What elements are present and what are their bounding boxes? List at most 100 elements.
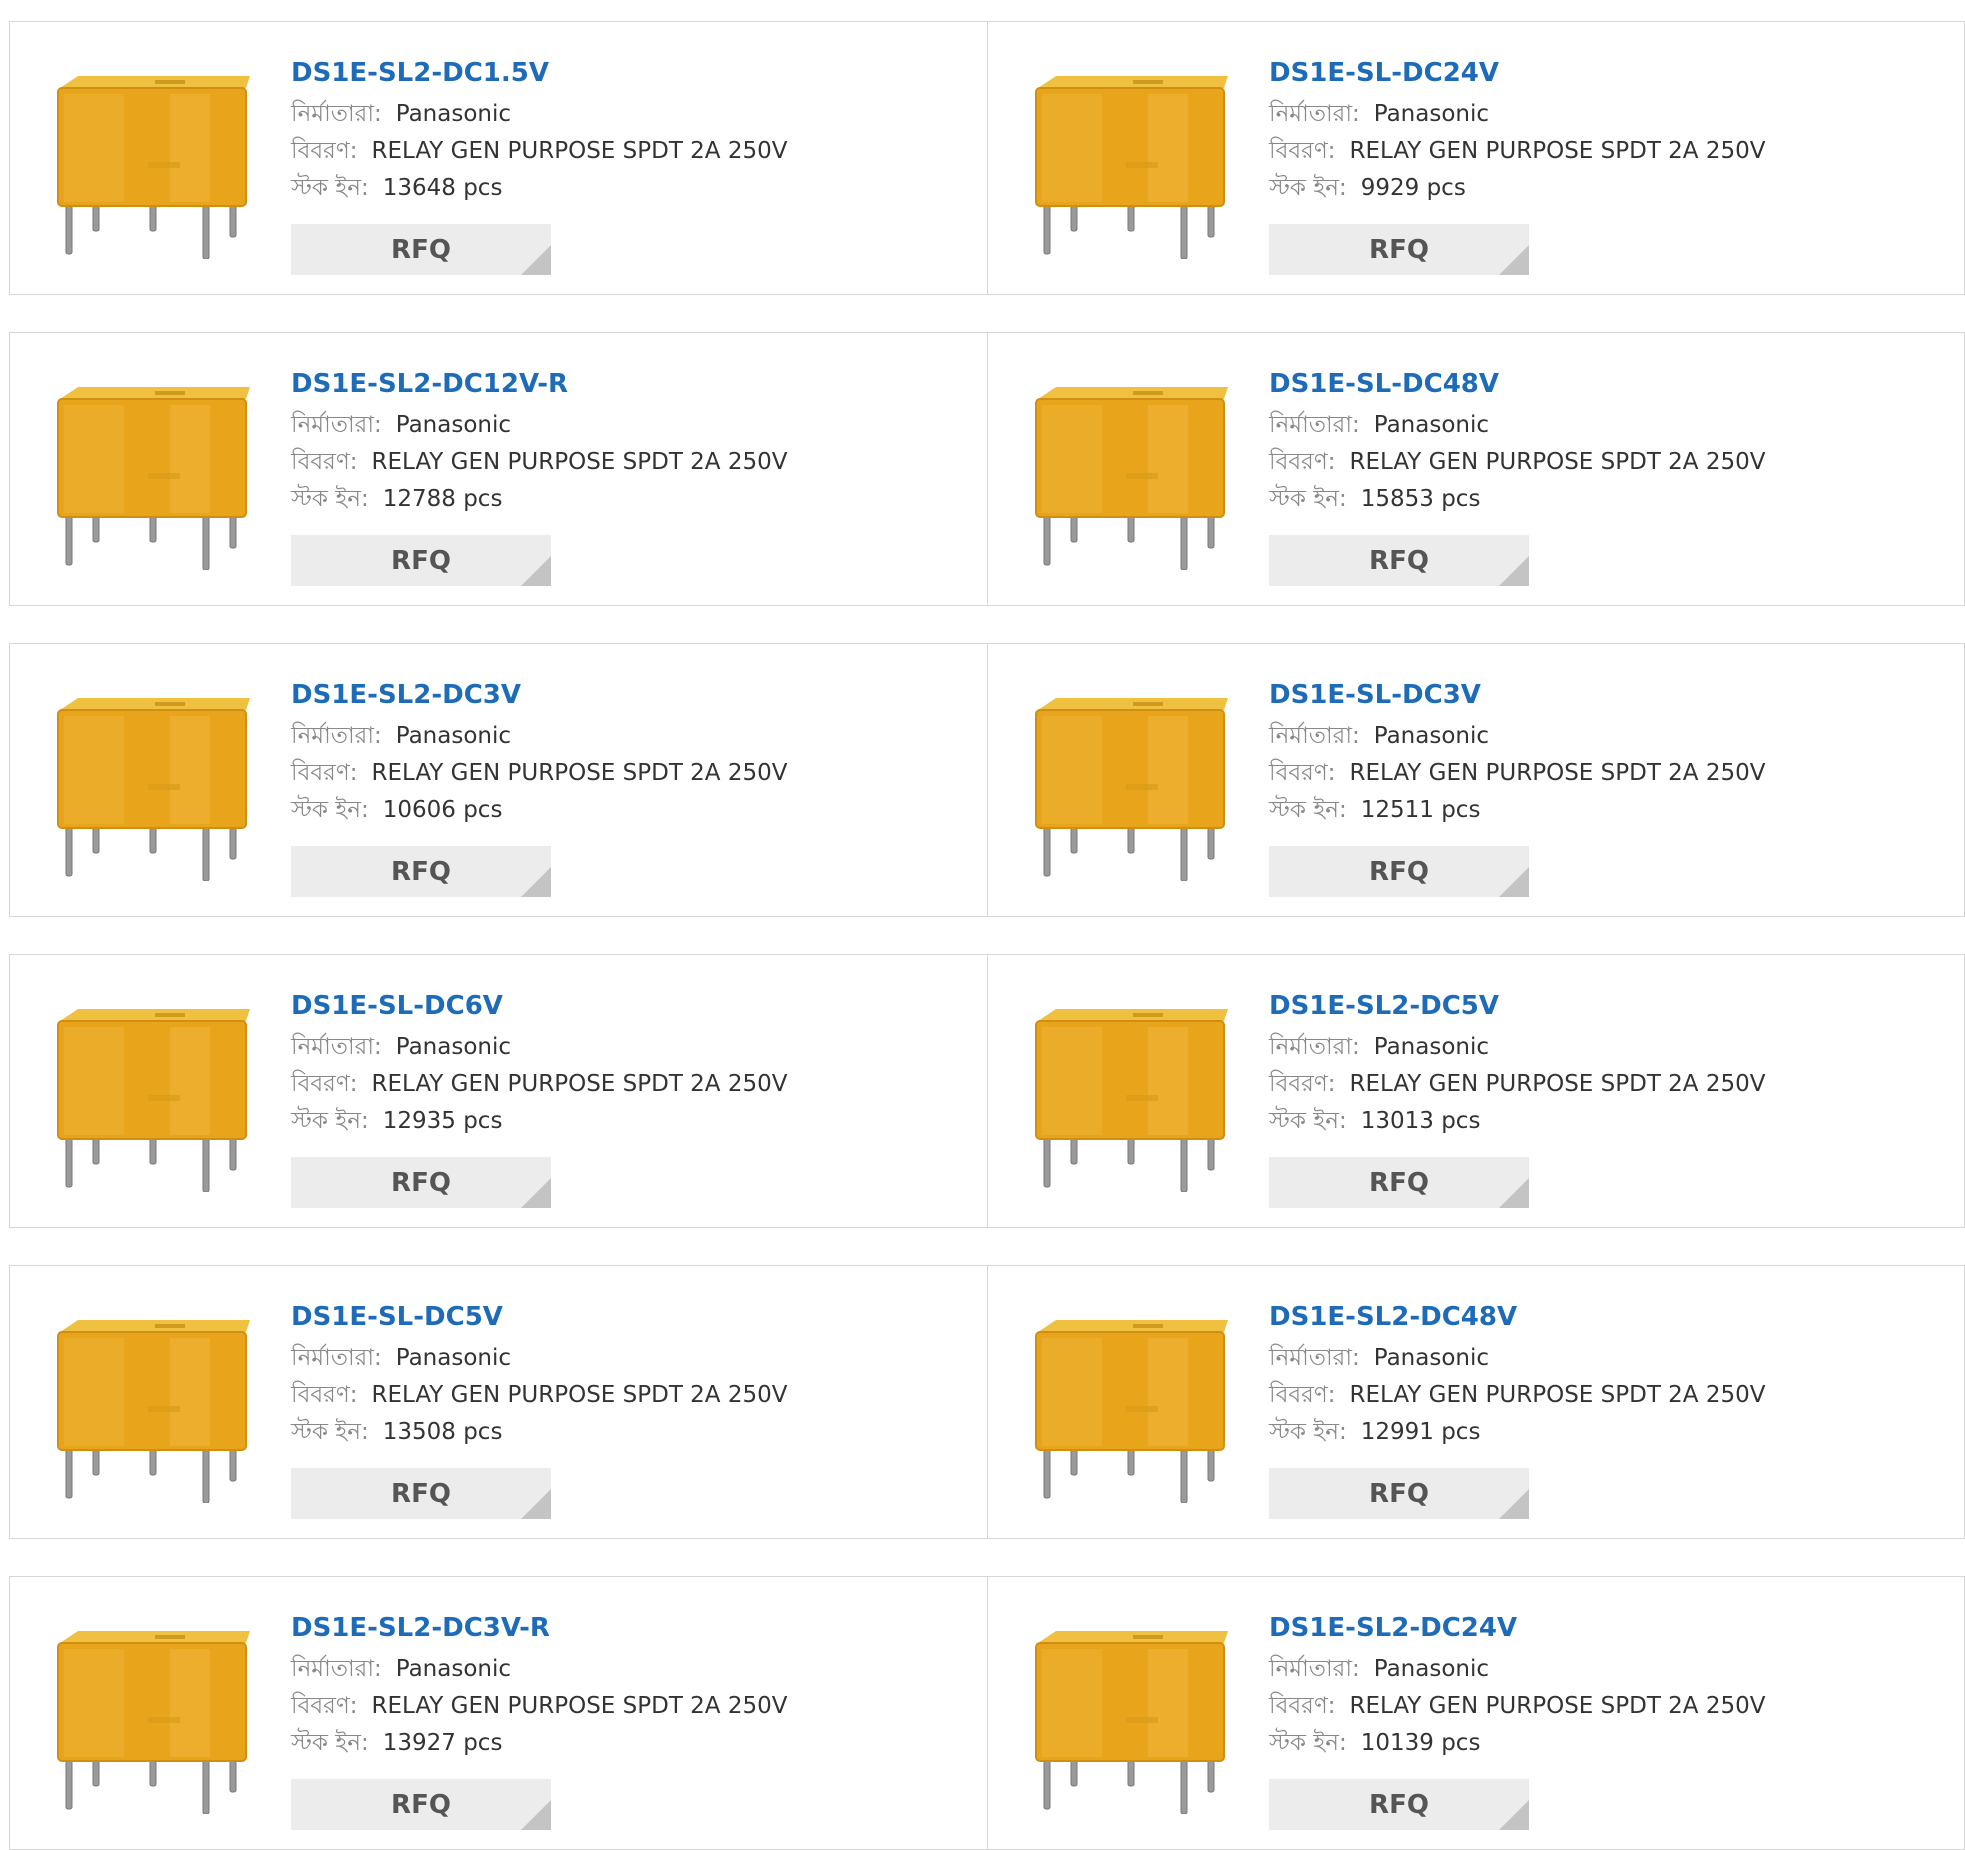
stock-value: 12935 pcs — [382, 1108, 503, 1134]
corner-triangle-icon — [1499, 1178, 1529, 1208]
rfq-button-label: RFQ — [1369, 856, 1429, 887]
product-part-link[interactable]: DS1E-SL2-DC5V — [1269, 983, 1766, 1029]
stock-label: স্টক ইন: — [1269, 175, 1347, 201]
stock-label: স্টক ইন: — [291, 1419, 369, 1445]
description-line: বিবরণ: RELAY GEN PURPOSE SPDT 2A 250V — [291, 1066, 788, 1103]
relay-product-image[interactable] — [1028, 696, 1236, 882]
relay-product-image[interactable] — [50, 1318, 258, 1504]
description-line: বিবরণ: RELAY GEN PURPOSE SPDT 2A 250V — [291, 444, 788, 481]
rfq-button-label: RFQ — [391, 856, 451, 887]
product-part-link[interactable]: DS1E-SL-DC5V — [291, 1294, 788, 1340]
stock-label: স্টক ইন: — [1269, 1730, 1347, 1756]
product-card: DS1E-SL2-DC3V নির্মাতারা: Panasonic বিবরণ… — [10, 644, 987, 916]
product-part-link[interactable]: DS1E-SL-DC6V — [291, 983, 788, 1029]
rfq-button[interactable]: RFQ — [1269, 224, 1529, 275]
stock-label: স্টক ইন: — [1269, 1108, 1347, 1134]
manufacturer-label: নির্মাতারা: — [1269, 412, 1360, 438]
product-part-link[interactable]: DS1E-SL-DC48V — [1269, 361, 1766, 407]
corner-triangle-icon — [1499, 867, 1529, 897]
product-card: DS1E-SL-DC3V নির্মাতারা: Panasonic বিবরণ:… — [987, 644, 1964, 916]
rfq-button[interactable]: RFQ — [1269, 1468, 1529, 1519]
relay-product-image[interactable] — [1028, 1007, 1236, 1193]
rfq-button-label: RFQ — [1369, 1167, 1429, 1198]
product-part-link[interactable]: DS1E-SL-DC24V — [1269, 50, 1766, 96]
description-value: RELAY GEN PURPOSE SPDT 2A 250V — [371, 449, 788, 475]
product-part-link[interactable]: DS1E-SL2-DC24V — [1269, 1605, 1766, 1651]
product-info: DS1E-SL-DC24V নির্মাতারা: Panasonic বিবরণ… — [1269, 50, 1766, 207]
manufacturer-value: Panasonic — [395, 1656, 512, 1682]
relay-product-image[interactable] — [1028, 385, 1236, 571]
rfq-button-label: RFQ — [1369, 1478, 1429, 1509]
rfq-button[interactable]: RFQ — [1269, 1779, 1529, 1830]
product-part-link[interactable]: DS1E-SL2-DC3V-R — [291, 1605, 788, 1651]
description-value: RELAY GEN PURPOSE SPDT 2A 250V — [371, 138, 788, 164]
rfq-button[interactable]: RFQ — [291, 224, 551, 275]
relay-product-image[interactable] — [1028, 74, 1236, 260]
product-row: DS1E-SL2-DC3V-R নির্মাতারা: Panasonic বিব… — [9, 1576, 1965, 1850]
relay-product-image[interactable] — [50, 74, 258, 260]
product-card: DS1E-SL-DC5V নির্মাতারা: Panasonic বিবরণ:… — [10, 1266, 987, 1538]
product-row: DS1E-SL2-DC3V নির্মাতারা: Panasonic বিবরণ… — [9, 643, 1965, 917]
corner-triangle-icon — [521, 556, 551, 586]
product-row: DS1E-SL2-DC1.5V নির্মাতারা: Panasonic বিব… — [9, 21, 1965, 295]
relay-product-image[interactable] — [50, 1629, 258, 1815]
stock-line: স্টক ইন: 13013 pcs — [1269, 1103, 1766, 1140]
rfq-button[interactable]: RFQ — [291, 846, 551, 897]
rfq-button-label: RFQ — [391, 545, 451, 576]
description-label: বিবরণ: — [291, 1071, 358, 1097]
stock-label: স্টক ইন: — [1269, 486, 1347, 512]
description-line: বিবরণ: RELAY GEN PURPOSE SPDT 2A 250V — [291, 133, 788, 170]
description-label: বিবরণ: — [1269, 760, 1336, 786]
stock-label: স্টক ইন: — [1269, 1419, 1347, 1445]
relay-product-image[interactable] — [50, 696, 258, 882]
rfq-button-label: RFQ — [1369, 545, 1429, 576]
manufacturer-line: নির্মাতারা: Panasonic — [291, 718, 788, 755]
stock-value: 13508 pcs — [382, 1419, 503, 1445]
relay-product-image[interactable] — [1028, 1629, 1236, 1815]
description-value: RELAY GEN PURPOSE SPDT 2A 250V — [1349, 449, 1766, 475]
relay-product-image[interactable] — [50, 385, 258, 571]
product-part-link[interactable]: DS1E-SL2-DC3V — [291, 672, 788, 718]
product-card: DS1E-SL2-DC1.5V নির্মাতারা: Panasonic বিব… — [10, 22, 987, 294]
relay-product-image[interactable] — [1028, 1318, 1236, 1504]
rfq-button[interactable]: RFQ — [1269, 1157, 1529, 1208]
manufacturer-label: নির্মাতারা: — [1269, 723, 1360, 749]
corner-triangle-icon — [521, 1489, 551, 1519]
product-row: DS1E-SL2-DC12V-R নির্মাতারা: Panasonic বি… — [9, 332, 1965, 606]
stock-value: 10606 pcs — [382, 797, 503, 823]
stock-value: 13927 pcs — [382, 1730, 503, 1756]
rfq-button[interactable]: RFQ — [291, 1779, 551, 1830]
product-part-link[interactable]: DS1E-SL2-DC1.5V — [291, 50, 788, 96]
description-label: বিবরণ: — [1269, 449, 1336, 475]
description-line: বিবরণ: RELAY GEN PURPOSE SPDT 2A 250V — [291, 1377, 788, 1414]
corner-triangle-icon — [521, 245, 551, 275]
product-card: DS1E-SL2-DC3V-R নির্মাতারা: Panasonic বিব… — [10, 1577, 987, 1849]
rfq-button[interactable]: RFQ — [291, 1157, 551, 1208]
rfq-button[interactable]: RFQ — [291, 535, 551, 586]
product-part-link[interactable]: DS1E-SL-DC3V — [1269, 672, 1766, 718]
stock-label: স্টক ইন: — [291, 1730, 369, 1756]
product-part-link[interactable]: DS1E-SL2-DC12V-R — [291, 361, 788, 407]
product-info: DS1E-SL-DC6V নির্মাতারা: Panasonic বিবরণ:… — [291, 983, 788, 1140]
stock-value: 12788 pcs — [382, 486, 503, 512]
manufacturer-label: নির্মাতারা: — [291, 412, 382, 438]
rfq-button-label: RFQ — [391, 234, 451, 265]
stock-value: 13013 pcs — [1360, 1108, 1481, 1134]
rfq-button[interactable]: RFQ — [1269, 846, 1529, 897]
rfq-button-label: RFQ — [1369, 1789, 1429, 1820]
stock-line: স্টক ইন: 10606 pcs — [291, 792, 788, 829]
relay-product-image[interactable] — [50, 1007, 258, 1193]
description-value: RELAY GEN PURPOSE SPDT 2A 250V — [371, 1693, 788, 1719]
product-card: DS1E-SL2-DC5V নির্মাতারা: Panasonic বিবরণ… — [987, 955, 1964, 1227]
description-line: বিবরণ: RELAY GEN PURPOSE SPDT 2A 250V — [1269, 1377, 1766, 1414]
product-info: DS1E-SL2-DC3V-R নির্মাতারা: Panasonic বিব… — [291, 1605, 788, 1762]
manufacturer-label: নির্মাতারা: — [1269, 1034, 1360, 1060]
rfq-button[interactable]: RFQ — [1269, 535, 1529, 586]
stock-line: স্টক ইন: 12788 pcs — [291, 481, 788, 518]
rfq-button[interactable]: RFQ — [291, 1468, 551, 1519]
manufacturer-label: নির্মাতারা: — [291, 1345, 382, 1371]
product-part-link[interactable]: DS1E-SL2-DC48V — [1269, 1294, 1766, 1340]
stock-value: 12991 pcs — [1360, 1419, 1481, 1445]
product-info: DS1E-SL2-DC1.5V নির্মাতারা: Panasonic বিব… — [291, 50, 788, 207]
manufacturer-line: নির্মাতারা: Panasonic — [291, 96, 788, 133]
